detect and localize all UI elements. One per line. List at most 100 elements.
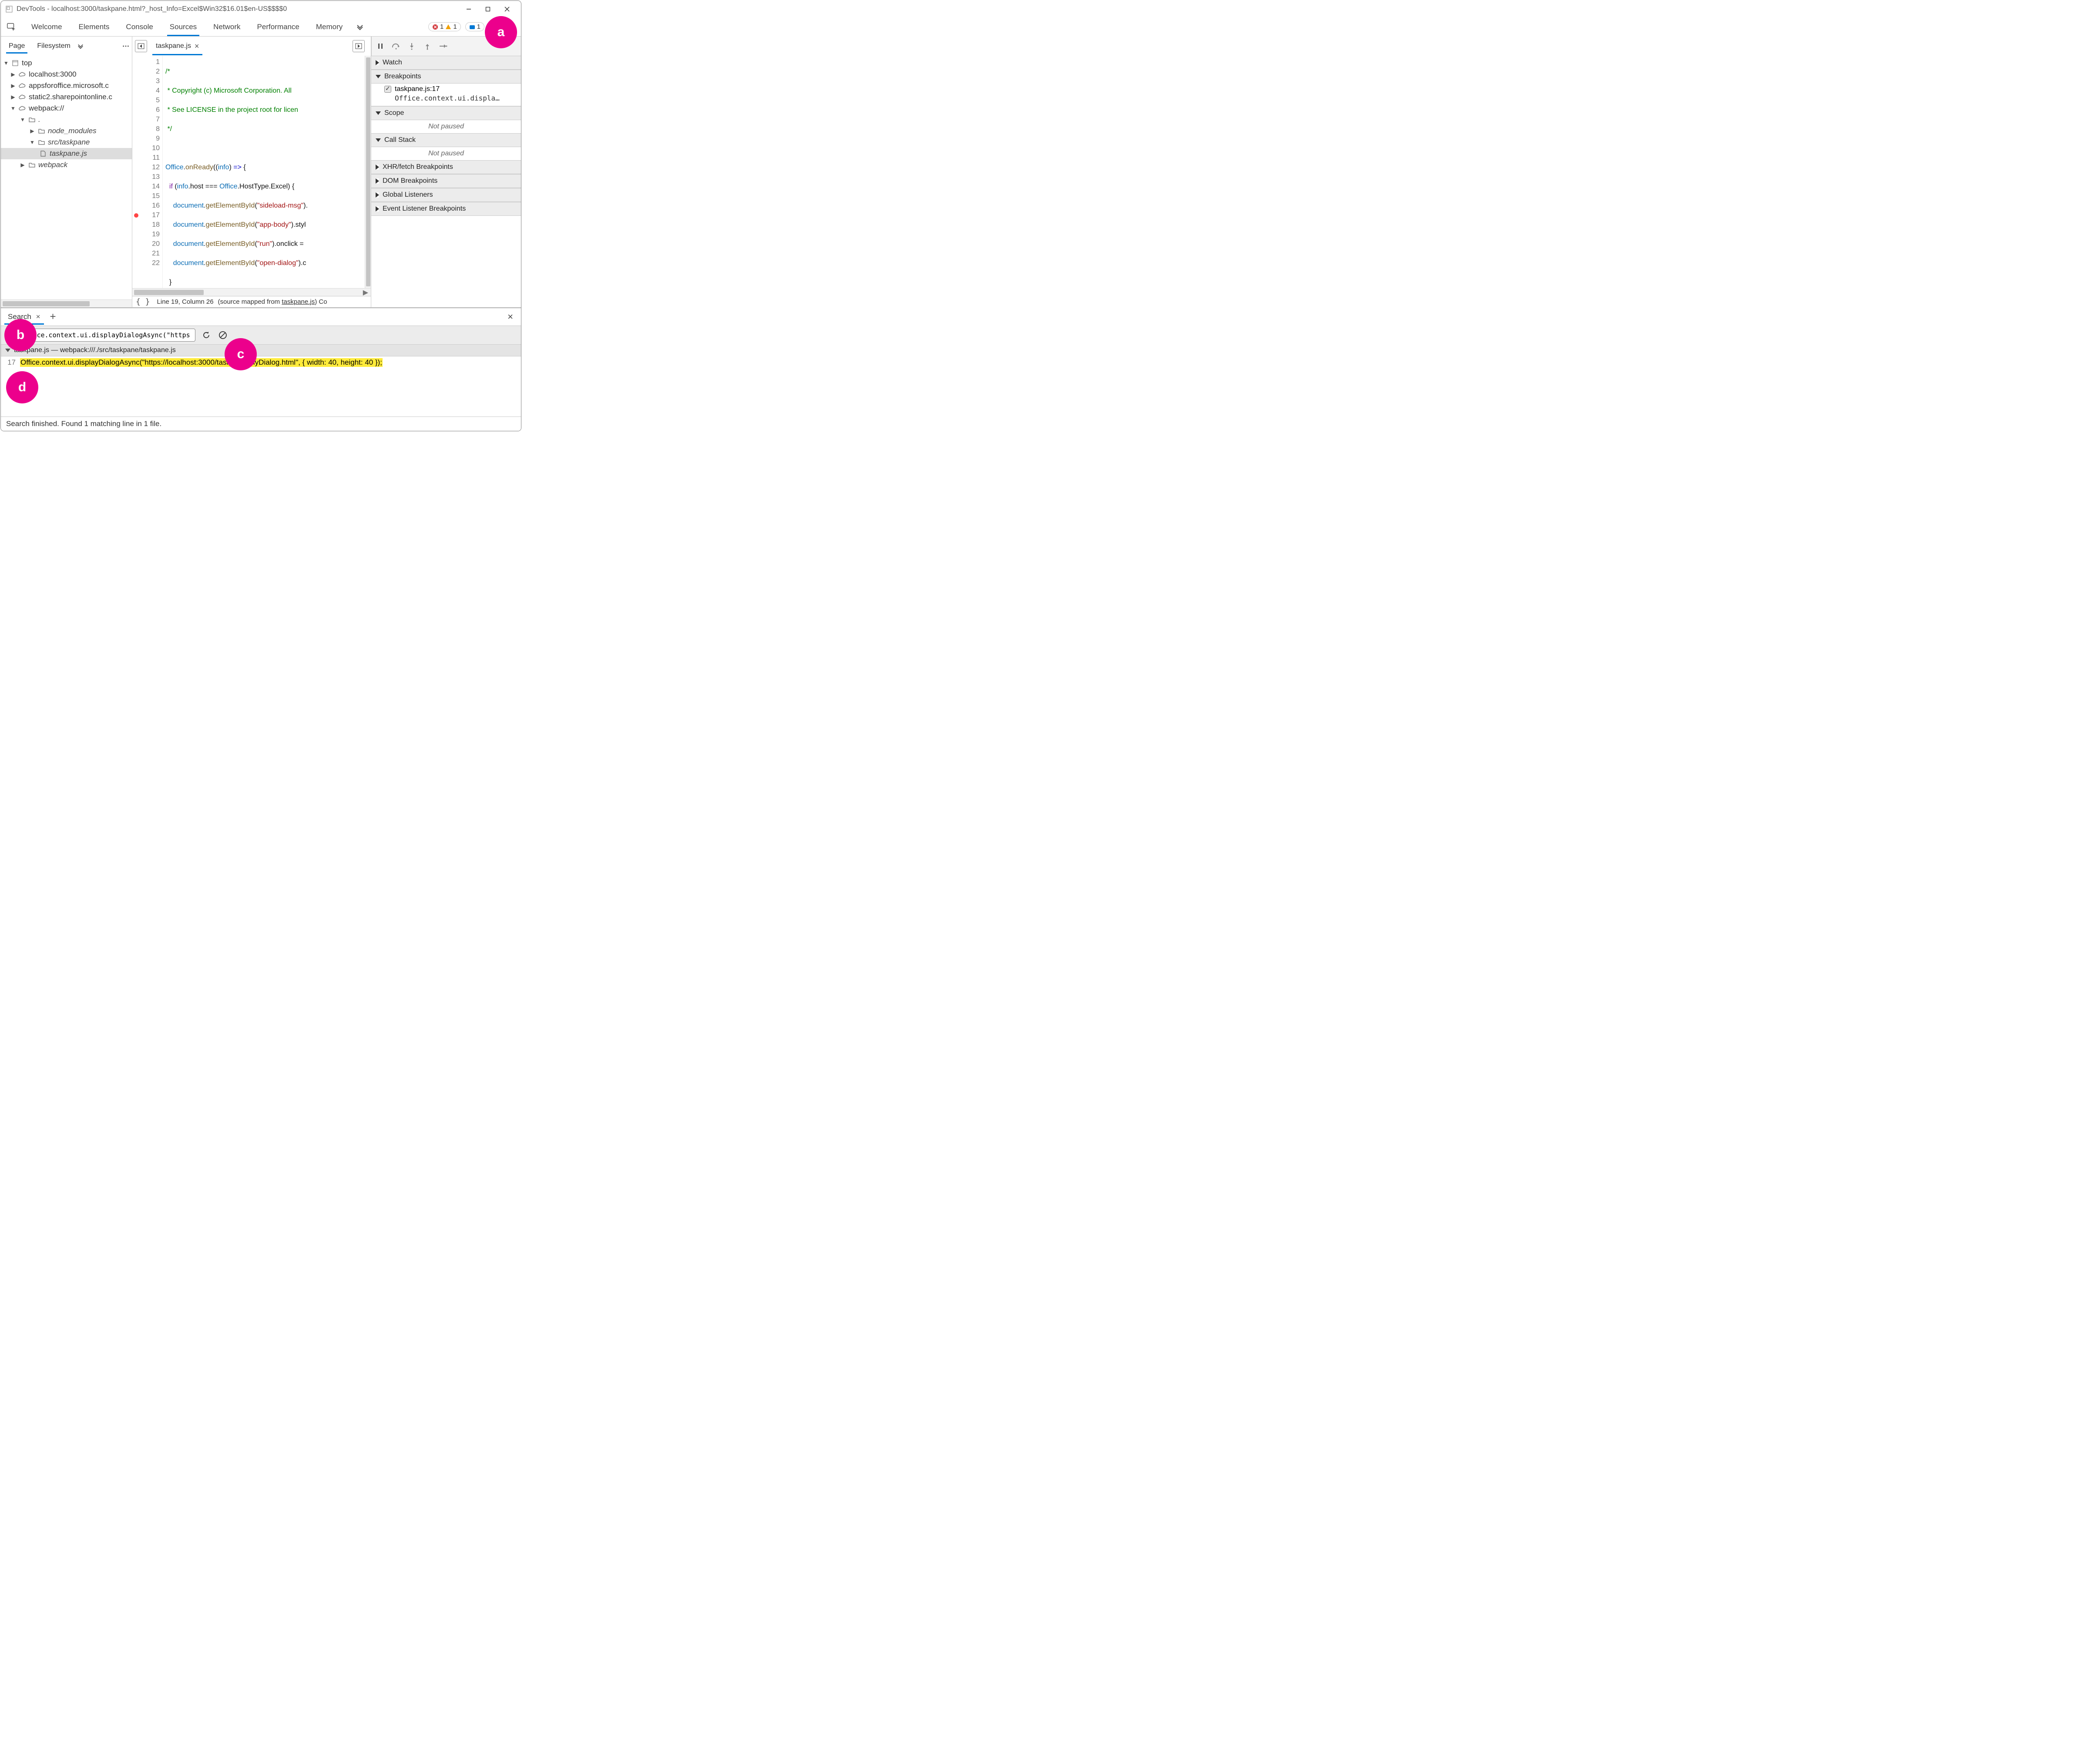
section-watch[interactable]: Watch <box>371 56 521 70</box>
pretty-print-icon[interactable]: { } <box>136 297 150 306</box>
editor-vscrollbar[interactable] <box>365 56 371 288</box>
devtools-icon <box>5 5 13 13</box>
subtab-filesystem[interactable]: Filesystem <box>32 39 75 54</box>
step-into-icon[interactable] <box>406 40 418 52</box>
code-body[interactable]: /* * Copyright (c) Microsoft Corporation… <box>163 56 365 288</box>
step-over-icon[interactable] <box>390 40 402 52</box>
breakpoint-code: Office.context.ui.displa… <box>395 94 517 102</box>
source-map-label: (source mapped from taskpane.js) Co <box>218 298 327 306</box>
file-icon <box>39 150 47 158</box>
frame-icon <box>11 59 19 67</box>
tab-sources[interactable]: Sources <box>163 18 204 36</box>
callstack-body: Not paused <box>371 147 521 160</box>
cloud-icon <box>18 82 26 90</box>
editor-statusbar: { } Line 19, Column 26 (source mapped fr… <box>132 296 371 307</box>
callout-d: d <box>6 371 38 403</box>
main-tabstrip: Welcome Elements Console Sources Network… <box>1 17 521 37</box>
search-status: Search finished. Found 1 matching line i… <box>1 416 521 431</box>
cloud-icon <box>18 93 26 101</box>
tree-item[interactable]: ▶localhost:3000 <box>1 69 132 80</box>
section-event[interactable]: Event Listener Breakpoints <box>371 202 521 216</box>
info-icon <box>469 24 475 30</box>
tab-performance[interactable]: Performance <box>250 18 306 36</box>
tree-item[interactable]: ▼. <box>1 114 132 125</box>
maximize-button[interactable] <box>478 3 497 16</box>
result-text: Office.context.ui.displayDialogAsync("ht… <box>20 358 383 367</box>
close-button[interactable] <box>497 3 517 16</box>
subtab-page[interactable]: Page <box>3 39 30 54</box>
tree-item[interactable]: ▶static2.sharepointonline.c <box>1 91 132 103</box>
open-file-name: taskpane.js <box>156 42 191 50</box>
cloud-icon <box>18 104 26 112</box>
refresh-icon[interactable] <box>201 329 212 341</box>
result-line-number: 17 <box>5 358 16 367</box>
tree-item[interactable]: ▶webpack <box>1 159 132 171</box>
search-result-file[interactable]: taskpane.js — webpack:///./src/taskpane/… <box>1 345 521 356</box>
folder-icon <box>37 138 45 146</box>
section-global[interactable]: Global Listeners <box>371 188 521 202</box>
minimize-button[interactable] <box>459 3 478 16</box>
code-editor: 12345678910111213141516 17 1819202122 /*… <box>132 56 371 307</box>
breakpoint-checkbox[interactable] <box>384 86 391 93</box>
tree-item-selected[interactable]: taskpane.js <box>1 148 132 159</box>
navigator-sidebar: ▼top ▶localhost:3000 ▶appsforoffice.micr… <box>1 56 132 307</box>
editor-hscrollbar[interactable]: ▶ <box>132 288 371 296</box>
error-warn-badge[interactable]: 1 1 <box>428 22 461 31</box>
step-icon[interactable] <box>437 40 449 52</box>
folder-icon <box>28 161 36 169</box>
tab-network[interactable]: Network <box>206 18 247 36</box>
sidebar-scrollbar[interactable] <box>1 299 132 307</box>
sidebar-more-icon[interactable] <box>122 43 129 50</box>
callout-b: b <box>4 319 37 351</box>
cloud-icon <box>18 71 26 78</box>
error-count: 1 <box>440 23 444 30</box>
tab-elements[interactable]: Elements <box>72 18 117 36</box>
tree-item[interactable]: ▶appsforoffice.microsoft.c <box>1 80 132 91</box>
add-drawer-tab-icon[interactable]: + <box>47 311 59 323</box>
section-callstack[interactable]: Call Stack <box>371 133 521 147</box>
close-tab-icon[interactable]: × <box>36 312 40 321</box>
clear-icon[interactable] <box>217 329 228 341</box>
scope-body: Not paused <box>371 120 521 133</box>
subtab-overflow-icon[interactable] <box>77 43 84 49</box>
inspect-element-icon[interactable] <box>4 20 18 34</box>
pause-icon[interactable] <box>374 40 386 52</box>
section-scope[interactable]: Scope <box>371 106 521 120</box>
debugger-toggle-icon[interactable] <box>353 40 365 52</box>
breakpoint-marker-icon[interactable] <box>134 213 138 218</box>
section-breakpoints[interactable]: Breakpoints <box>371 70 521 84</box>
search-input[interactable] <box>17 329 195 342</box>
cursor-position: Line 19, Column 26 <box>157 298 214 306</box>
close-file-icon[interactable]: × <box>195 42 199 51</box>
tab-welcome[interactable]: Welcome <box>24 18 69 36</box>
pane-header: Page Filesystem taskpane.js × <box>1 37 521 56</box>
tabs-overflow-icon[interactable] <box>354 21 366 33</box>
info-count: 1 <box>477 23 480 30</box>
folder-icon <box>28 116 36 124</box>
folder-icon <box>37 127 45 135</box>
drawer: Search × + × .* taskpane.js — webpack://… <box>1 308 521 431</box>
tab-memory[interactable]: Memory <box>309 18 349 36</box>
line-gutter[interactable]: 12345678910111213141516 17 1819202122 <box>144 56 163 288</box>
section-dom[interactable]: DOM Breakpoints <box>371 174 521 188</box>
breakpoint-item[interactable]: taskpane.js:17 Office.context.ui.displa… <box>371 84 521 106</box>
section-xhr[interactable]: XHR/fetch Breakpoints <box>371 160 521 174</box>
open-file-tab[interactable]: taskpane.js × <box>151 39 204 54</box>
error-icon <box>432 24 438 30</box>
tree-item[interactable]: ▼webpack:// <box>1 103 132 114</box>
warning-icon <box>445 24 451 30</box>
step-out-icon[interactable] <box>421 40 433 52</box>
tree-item[interactable]: ▶node_modules <box>1 125 132 137</box>
tab-console[interactable]: Console <box>119 18 160 36</box>
info-badge[interactable]: 1 <box>465 22 484 31</box>
debugger-panel: Watch Breakpoints taskpane.js:17 Office.… <box>371 56 521 307</box>
tree-root[interactable]: ▼top <box>1 57 132 69</box>
tree-item[interactable]: ▼src/taskpane <box>1 137 132 148</box>
breakpoint-location: taskpane.js:17 <box>395 85 440 93</box>
navigator-toggle-icon[interactable] <box>135 40 147 52</box>
callout-c: c <box>225 338 257 370</box>
warning-count: 1 <box>453 23 457 30</box>
callout-a: a <box>485 16 517 48</box>
close-drawer-icon[interactable]: × <box>503 311 517 322</box>
search-result-line[interactable]: 17 Office.context.ui.displayDialogAsync(… <box>1 356 521 369</box>
